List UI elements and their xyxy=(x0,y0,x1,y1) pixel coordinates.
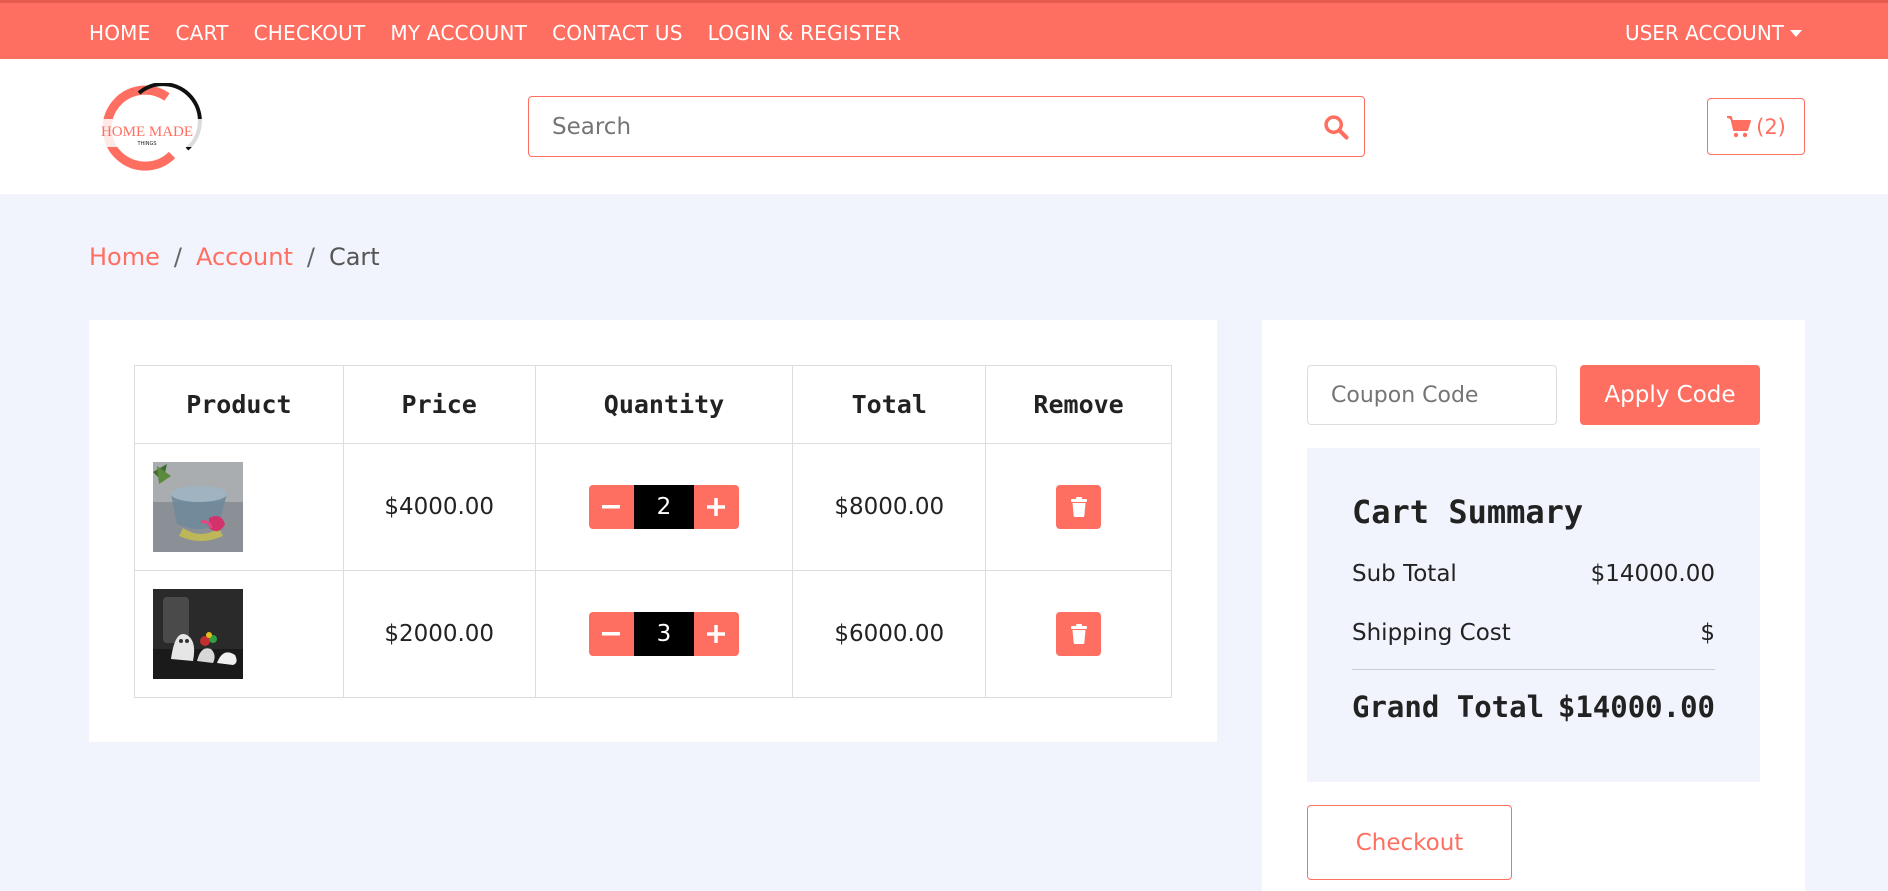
shopping-cart-icon xyxy=(1727,115,1752,137)
checkout-button[interactable]: Checkout xyxy=(1307,805,1512,880)
nav-contact-us-link[interactable]: CONTACT US xyxy=(552,21,683,45)
site-logo[interactable]: HOME MADE THINGS xyxy=(87,82,207,173)
svg-text:HOME MADE: HOME MADE xyxy=(101,124,193,140)
breadcrumb-separator: / xyxy=(173,243,182,271)
search-bar xyxy=(528,96,1365,157)
increase-quantity-button[interactable] xyxy=(693,485,739,529)
column-header-price: Price xyxy=(342,365,536,444)
breadcrumb-current: Cart xyxy=(328,243,380,271)
top-nav: HOME CART CHECKOUT MY ACCOUNT CONTACT US… xyxy=(89,21,901,45)
price-cell: $2000.00 xyxy=(342,570,536,698)
total-cell: $8000.00 xyxy=(792,443,987,571)
product-image-glass-bowl[interactable] xyxy=(153,462,243,552)
nav-login-register-link[interactable]: LOGIN & REGISTER xyxy=(708,21,901,45)
breadcrumb-account-link[interactable]: Account xyxy=(196,243,293,271)
cart-summary: Cart Summary Sub Total $14000.00 Shippin… xyxy=(1307,448,1760,782)
breadcrumb-home-link[interactable]: Home xyxy=(89,243,160,271)
quantity-stepper: 3 xyxy=(588,612,739,656)
remove-cell xyxy=(985,443,1172,571)
trash-icon xyxy=(1070,624,1087,644)
shipping-value: $ xyxy=(1700,620,1715,646)
breadcrumb-separator: / xyxy=(306,243,315,271)
quantity-cell: 2 xyxy=(534,443,794,571)
header-cart-button[interactable]: (2) xyxy=(1707,98,1805,155)
cart-panel: Product Price Quantity Total Remove $400… xyxy=(89,320,1217,742)
caret-down-icon xyxy=(1790,29,1802,37)
quantity-value[interactable]: 2 xyxy=(633,485,694,529)
nav-my-account-link[interactable]: MY ACCOUNT xyxy=(390,21,527,45)
shipping-row: Shipping Cost $ xyxy=(1352,620,1715,646)
decrease-quantity-button[interactable] xyxy=(588,485,634,529)
shipping-label: Shipping Cost xyxy=(1352,620,1511,646)
breadcrumb: Home / Account / Cart xyxy=(89,243,380,271)
table-row: $2000.00 3 $6000.00 xyxy=(134,570,1172,698)
plus-icon xyxy=(707,625,726,643)
user-account-dropdown[interactable]: USER ACCOUNT xyxy=(1625,21,1802,45)
remove-item-button[interactable] xyxy=(1056,612,1102,656)
grand-total-label: Grand Total xyxy=(1352,690,1545,724)
nav-cart-link[interactable]: CART xyxy=(175,21,228,45)
coupon-code-input[interactable] xyxy=(1307,365,1557,425)
svg-text:THINGS: THINGS xyxy=(136,141,156,147)
total-cell: $6000.00 xyxy=(792,570,987,698)
quantity-cell: 3 xyxy=(534,570,794,698)
column-header-total: Total xyxy=(792,365,987,444)
cart-summary-title: Cart Summary xyxy=(1352,493,1584,531)
grand-total-value: $14000.00 xyxy=(1557,690,1715,724)
subtotal-value: $14000.00 xyxy=(1590,561,1715,587)
search-icon[interactable] xyxy=(1322,113,1350,141)
apply-code-button[interactable]: Apply Code xyxy=(1580,365,1760,425)
table-row: $4000.00 2 $8000.00 xyxy=(134,443,1172,571)
price-cell: $4000.00 xyxy=(342,443,536,571)
increase-quantity-button[interactable] xyxy=(693,612,739,656)
subtotal-label: Sub Total xyxy=(1352,561,1457,587)
nav-home-link[interactable]: HOME xyxy=(89,21,150,45)
table-header-row: Product Price Quantity Total Remove xyxy=(134,365,1172,444)
subtotal-row: Sub Total $14000.00 xyxy=(1352,561,1715,587)
summary-divider xyxy=(1352,669,1715,670)
decrease-quantity-button[interactable] xyxy=(588,612,634,656)
grand-total-row: Grand Total $14000.00 xyxy=(1352,690,1715,724)
quantity-stepper: 2 xyxy=(588,485,739,529)
cart-table: Product Price Quantity Total Remove $400… xyxy=(134,365,1172,698)
plus-icon xyxy=(707,498,726,516)
remove-item-button[interactable] xyxy=(1056,485,1102,529)
top-nav-bar: HOME CART CHECKOUT MY ACCOUNT CONTACT US… xyxy=(0,0,1888,59)
quantity-value[interactable]: 3 xyxy=(633,612,694,656)
product-cell xyxy=(134,443,344,571)
search-input[interactable] xyxy=(529,113,1309,140)
trash-icon xyxy=(1070,497,1087,517)
column-header-product: Product xyxy=(134,365,344,444)
nav-checkout-link[interactable]: CHECKOUT xyxy=(254,21,366,45)
product-image-figurines[interactable] xyxy=(153,589,243,679)
remove-cell xyxy=(985,570,1172,698)
minus-icon xyxy=(602,505,621,509)
column-header-remove: Remove xyxy=(985,365,1172,444)
cart-count: (2) xyxy=(1756,114,1786,139)
user-account-label: USER ACCOUNT xyxy=(1624,21,1784,45)
minus-icon xyxy=(602,632,621,636)
column-header-quantity: Quantity xyxy=(534,365,794,444)
cart-side-panel: Apply Code Cart Summary Sub Total $14000… xyxy=(1262,320,1805,891)
site-header: HOME MADE THINGS (2) xyxy=(0,59,1888,194)
product-cell xyxy=(134,570,344,698)
logo-graphic: HOME MADE THINGS xyxy=(87,82,207,171)
